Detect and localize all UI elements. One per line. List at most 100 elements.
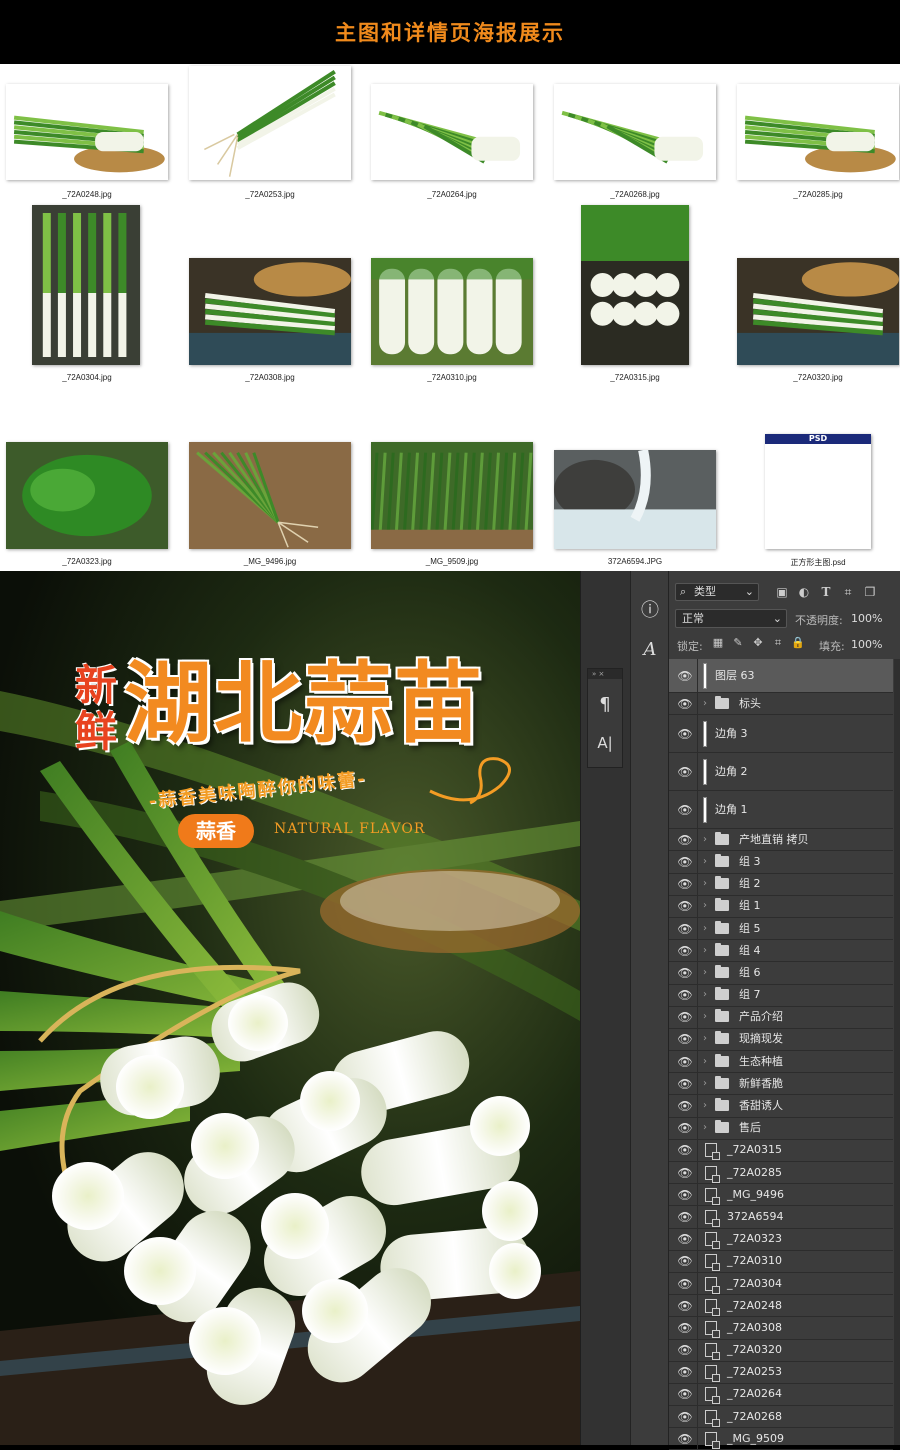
chevron-right-icon[interactable]: › (703, 1055, 707, 1069)
paragraph-icon[interactable]: ¶ (591, 691, 619, 719)
layer-row[interactable]: 👁 _72A0315 (669, 1139, 893, 1162)
chevron-right-icon[interactable]: › (703, 697, 707, 711)
eye-icon[interactable]: 👁 (677, 1387, 693, 1401)
lock-artboard-icon[interactable]: ⌗ (771, 636, 785, 650)
file-thumbnail[interactable] (737, 258, 899, 365)
eye-icon[interactable]: 👁 (677, 1099, 693, 1113)
layer-row[interactable]: 👁 _72A0253 (669, 1361, 893, 1384)
eye-icon[interactable]: 👁 (677, 1143, 693, 1157)
file-thumbnail[interactable] (554, 84, 716, 180)
layer-row[interactable]: 👁 _MG_9496 (669, 1184, 893, 1207)
eye-icon[interactable]: 👁 (677, 1254, 693, 1268)
chevron-right-icon[interactable]: › (703, 922, 707, 936)
file-name-label[interactable]: _72A0310.jpg (362, 373, 542, 382)
layer-row[interactable]: 👁 _72A0285 (669, 1162, 893, 1185)
layer-row[interactable]: 👁 _72A0304 (669, 1272, 893, 1296)
layer-row[interactable]: 👁 _72A0264 (669, 1383, 893, 1407)
eye-icon[interactable]: 👁 (677, 1343, 693, 1357)
chevron-right-icon[interactable]: › (703, 1077, 707, 1091)
layer-row[interactable]: 👁 _72A0320 (669, 1339, 893, 1362)
file-thumbnail[interactable] (581, 205, 689, 365)
chevron-right-icon[interactable]: › (703, 833, 707, 847)
layer-row[interactable]: 👁 › 现摘现发 (669, 1028, 893, 1052)
eye-icon[interactable]: 👁 (677, 1277, 693, 1291)
file-thumbnail[interactable] (6, 442, 168, 549)
eye-icon[interactable]: 👁 (677, 727, 693, 741)
chevron-right-icon[interactable]: › (703, 1099, 707, 1113)
file-thumbnail[interactable] (6, 84, 168, 180)
layer-row[interactable]: 👁 图层 63 (669, 659, 893, 693)
type-filter-icon[interactable]: T (819, 584, 833, 600)
eye-icon[interactable]: 👁 (677, 1010, 693, 1024)
chevron-right-icon[interactable]: › (703, 899, 707, 913)
chevron-right-icon[interactable]: › (703, 1032, 707, 1046)
chevron-right-icon[interactable]: › (703, 944, 707, 958)
chevron-right-icon[interactable]: › (703, 1010, 707, 1024)
layer-row[interactable]: 👁 › 生态种植 (669, 1051, 893, 1074)
layer-row[interactable]: 👁 › 组 3 (669, 851, 893, 874)
layer-row[interactable]: 👁 › 新鲜香脆 (669, 1073, 893, 1096)
eye-icon[interactable]: 👁 (677, 855, 693, 869)
eye-icon[interactable]: 👁 (677, 1188, 693, 1202)
file-name-label[interactable]: _72A0248.jpg (0, 190, 177, 199)
file-thumbnail[interactable] (737, 84, 899, 180)
eye-icon[interactable]: 👁 (677, 877, 693, 891)
layer-row[interactable]: 👁 › 产品介绍 (669, 1006, 893, 1029)
file-thumbnail[interactable] (371, 258, 533, 365)
file-name-label[interactable]: _72A0315.jpg (545, 373, 725, 382)
file-name-label[interactable]: _72A0323.jpg (0, 557, 177, 566)
layer-row[interactable]: 👁 › 标头 (669, 693, 893, 716)
file-thumbnail[interactable] (189, 258, 351, 365)
shape-filter-icon[interactable]: ⌗ (841, 584, 855, 600)
chevron-right-icon[interactable]: › (703, 988, 707, 1002)
file-name-label[interactable]: 正方形主图.psd (728, 557, 900, 568)
character-icon[interactable]: A| (591, 729, 619, 757)
eye-icon[interactable]: 👁 (677, 765, 693, 779)
layer-row[interactable]: 👁 372A6594 (669, 1206, 893, 1229)
fill-field[interactable]: 100% (851, 638, 882, 651)
file-name-label[interactable]: _72A0304.jpg (0, 373, 177, 382)
eye-icon[interactable]: 👁 (677, 1210, 693, 1224)
chevron-right-icon[interactable]: › (703, 855, 707, 869)
eye-icon[interactable]: 👁 (677, 988, 693, 1002)
layer-row[interactable]: 👁 › 组 6 (669, 962, 893, 985)
chevron-right-icon[interactable]: › (703, 966, 707, 980)
file-name-label[interactable]: 372A6594.JPG (545, 557, 725, 566)
layer-kind-filter[interactable]: ⌕ 类型 ⌄ (675, 583, 759, 601)
layer-row[interactable]: 👁 › 售后 (669, 1117, 893, 1140)
eye-icon[interactable]: 👁 (677, 1166, 693, 1180)
opacity-field[interactable]: 100% (851, 612, 882, 625)
adjustment-filter-icon[interactable]: ◐ (797, 584, 811, 600)
chevron-right-icon[interactable]: › (703, 877, 707, 891)
layer-row[interactable]: 👁 _72A0308 (669, 1317, 893, 1340)
layer-row[interactable]: 👁 _72A0248 (669, 1295, 893, 1318)
layer-row[interactable]: 👁 边角 1 (669, 791, 893, 830)
layer-row[interactable]: 👁 › 产地直销 拷贝 (669, 829, 893, 852)
file-thumbnail[interactable] (189, 442, 351, 549)
eye-icon[interactable]: 👁 (677, 669, 693, 683)
blend-mode-select[interactable]: 正常 ⌄ (675, 609, 787, 628)
lock-transparent-icon[interactable]: ▦ (711, 636, 725, 650)
lock-move-icon[interactable]: ✥ (751, 636, 765, 650)
eye-icon[interactable]: 👁 (677, 803, 693, 817)
eye-icon[interactable]: 👁 (677, 1299, 693, 1313)
eye-icon[interactable]: 👁 (677, 1055, 693, 1069)
pixel-filter-icon[interactable]: ▣ (775, 584, 789, 600)
layer-row[interactable]: 👁 › 组 1 (669, 895, 893, 918)
lock-brush-icon[interactable]: ✎ (731, 636, 745, 650)
eye-icon[interactable]: 👁 (677, 1321, 693, 1335)
lock-all-icon[interactable]: 🔒 (791, 636, 805, 650)
eye-icon[interactable]: 👁 (677, 1121, 693, 1135)
file-name-label[interactable]: _MG_9496.jpg (180, 557, 360, 566)
glyphs-icon[interactable]: A (636, 636, 664, 664)
mini-panel-header[interactable]: » × (588, 669, 622, 679)
eye-icon[interactable]: 👁 (677, 1410, 693, 1424)
chevron-right-icon[interactable]: › (703, 1121, 707, 1135)
eye-icon[interactable]: 👁 (677, 922, 693, 936)
eye-icon[interactable]: 👁 (677, 1077, 693, 1091)
eye-icon[interactable]: 👁 (677, 1365, 693, 1379)
file-thumbnail[interactable] (554, 450, 716, 549)
layer-row[interactable]: 👁 › 香甜诱人 (669, 1095, 893, 1118)
layer-row[interactable]: 👁 › 组 5 (669, 917, 893, 941)
eye-icon[interactable]: 👁 (677, 833, 693, 847)
